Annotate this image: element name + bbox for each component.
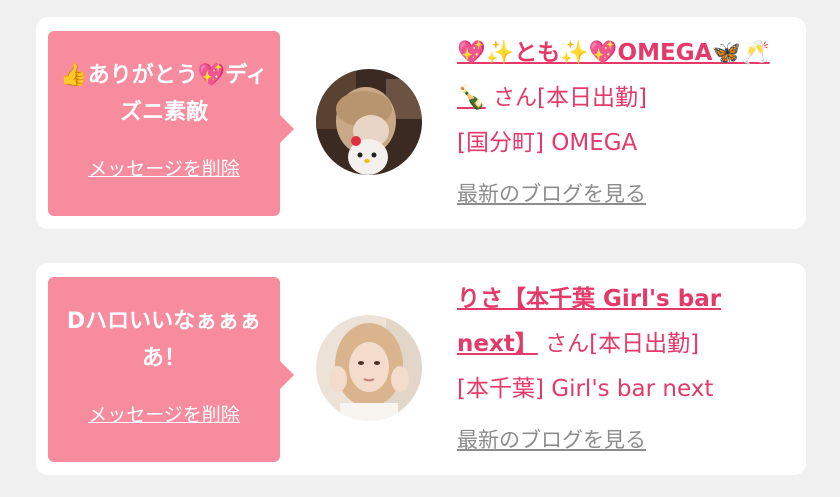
avatar-photo <box>316 315 422 421</box>
work-status: [本日出勤] <box>589 331 700 357</box>
message-text: Dハロいいなぁぁぁあ！ <box>66 309 262 371</box>
user-info: 💖✨とも✨💖OMEGA🦋🥂🍾 さん[本日出勤] [国分町] OMEGA <box>457 31 787 166</box>
message-text: 👍ありがとう💖ディズニ素敵 <box>60 63 268 125</box>
avatar[interactable] <box>316 69 422 175</box>
message-list: 👍ありがとう💖ディズニ素敵 メッセージを削除 💖✨とも✨💖OMEGA🦋🥂🍾 さん… <box>0 0 840 497</box>
latest-blog-link[interactable]: 最新のブログを見る <box>457 424 646 454</box>
message-bubble: 👍ありがとう💖ディズニ素敵 メッセージを削除 <box>48 31 294 216</box>
message-card: Dハロいいなぁぁぁあ！ メッセージを削除 りさ【本千葉 Girl's bar n… <box>36 263 806 475</box>
honorific: さん <box>492 86 537 111</box>
latest-blog-link[interactable]: 最新のブログを見る <box>457 178 646 208</box>
avatar[interactable] <box>316 315 422 421</box>
user-info: りさ【本千葉 Girl's bar next】 さん[本日出勤] [本千葉] G… <box>457 277 787 412</box>
message-bubble: Dハロいいなぁぁぁあ！ メッセージを削除 <box>48 277 294 462</box>
delete-message-link[interactable]: メッセージを削除 <box>88 154 240 181</box>
delete-message-link[interactable]: メッセージを削除 <box>88 400 240 427</box>
area-shop: [国分町] OMEGA <box>457 130 638 156</box>
avatar-photo <box>316 69 422 175</box>
honorific: さん <box>545 332 590 357</box>
area-shop: [本千葉] Girl's bar next <box>457 376 714 402</box>
message-card: 👍ありがとう💖ディズニ素敵 メッセージを削除 💖✨とも✨💖OMEGA🦋🥂🍾 さん… <box>36 17 806 229</box>
work-status: [本日出勤] <box>536 85 647 111</box>
